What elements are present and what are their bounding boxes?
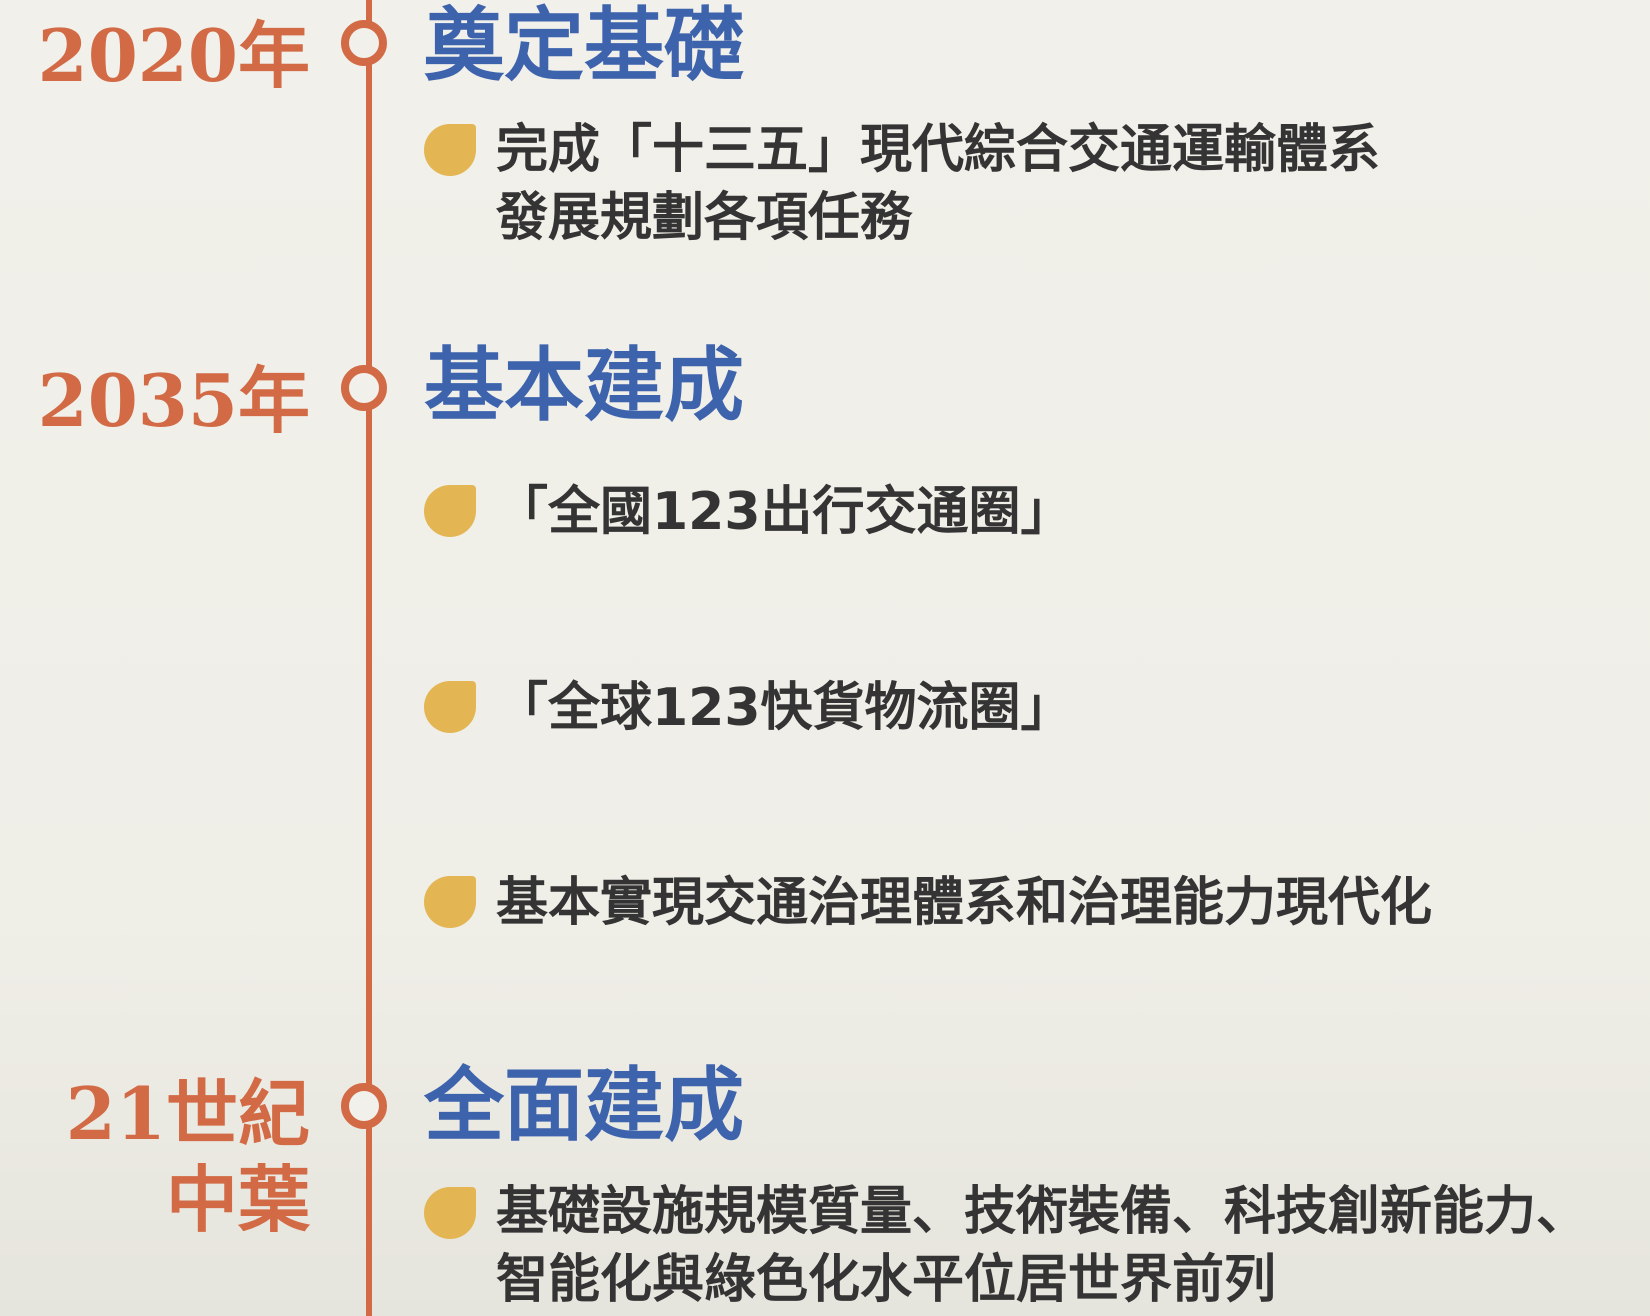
milestone-item: 「全國123出行交通圈」	[496, 482, 1073, 542]
timeline-node-mid-century	[341, 1083, 387, 1129]
milestone-item-continued: 智能化與綠色化水平位居世界前列	[496, 1250, 1277, 1310]
milestone-year-2020: 2020年	[37, 13, 310, 98]
milestone-item: 「全球123快貨物流圈」	[496, 678, 1073, 738]
milestone-item: 基本實現交通治理體系和治理能力現代化	[496, 873, 1433, 933]
bullet-icon	[424, 124, 476, 176]
milestone-title-2035: 基本建成	[424, 339, 744, 432]
milestone-year-mid-century-line2: 中葉	[165, 1157, 310, 1242]
milestone-year-mid-century: 21世紀	[65, 1071, 310, 1156]
milestone-year-2035: 2035年	[37, 358, 310, 443]
milestone-title-mid-century: 全面建成	[424, 1059, 744, 1152]
bullet-icon	[424, 876, 476, 928]
bullet-icon	[424, 1187, 476, 1239]
timeline-node-2035	[341, 365, 387, 411]
bullet-icon	[424, 485, 476, 537]
bullet-icon	[424, 681, 476, 733]
milestone-item-continued: 發展規劃各項任務	[496, 188, 913, 248]
milestone-item: 基礎設施規模質量、技術裝備、科技創新能力、	[496, 1182, 1589, 1242]
milestone-item: 完成「十三五」現代綜合交通運輸體系	[496, 120, 1381, 180]
milestone-title-2020: 奠定基礎	[424, 0, 744, 92]
timeline-node-2020	[341, 20, 387, 66]
